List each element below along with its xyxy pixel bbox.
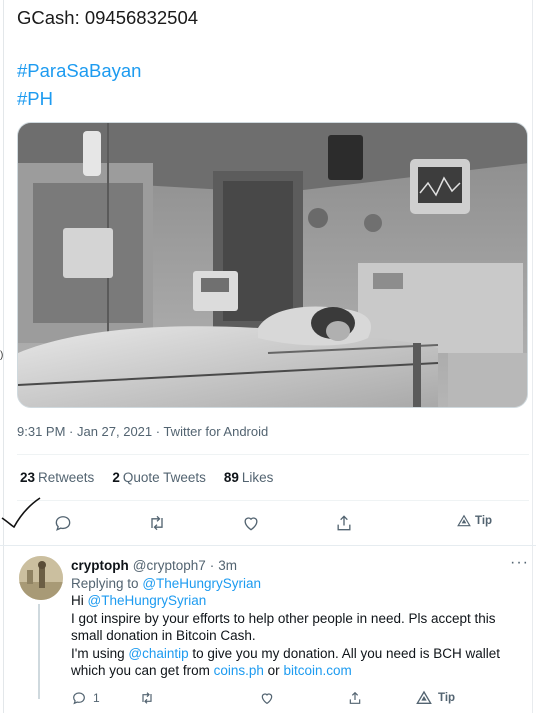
share-button[interactable] [332,511,356,535]
separator: · [209,558,215,573]
retweets-stat[interactable]: 23 Retweets [20,470,94,486]
reply-body-prefix: I'm using [71,645,125,661]
likes-count: 89 [223,470,239,485]
replying-to-mention[interactable]: @TheHungrySyrian [142,576,261,591]
share-icon [337,515,351,531]
mention-link[interactable]: @TheHungrySyrian [88,593,207,608]
thread-line [38,604,40,699]
share-icon [349,691,361,704]
tweet-photo[interactable] [17,122,528,408]
reply-action-bar: 1 Tip [71,690,516,712]
reply-button[interactable] [51,511,75,535]
coins-link[interactable]: coins.ph [214,663,264,678]
hashtag-link[interactable]: #ParaSaBayan [17,59,141,83]
reply-author-name[interactable]: cryptoph [71,557,129,575]
retweet-icon [142,692,152,704]
retweets-label: Retweets [38,470,95,485]
mention-link[interactable]: @chaintip [128,646,188,661]
reply-count: 1 [93,691,100,705]
retweets-count: 23 [20,470,36,485]
link-joiner: or [267,663,280,678]
tweet-text-gcash: GCash: 09456832504 [17,7,199,28]
replying-to-label: Replying to [71,575,139,591]
divider [17,500,529,501]
like-button[interactable] [259,690,275,706]
likes-stat[interactable]: 89 Likes [224,470,274,486]
share-button[interactable] [347,690,363,706]
quote-tweets-stat[interactable]: 2 Quote Tweets [112,470,206,486]
like-button[interactable] [239,511,263,535]
likes-label: Likes [241,470,274,485]
like-icon [244,517,258,531]
hand-drawn-check-mark [1,497,41,529]
retweet-button[interactable] [139,690,155,706]
tip-label: Tip [438,692,456,704]
retweet-button[interactable] [145,511,169,535]
tweet-timestamp[interactable]: 9:31 PM · Jan 27, 2021 · Twitter for And… [17,424,268,440]
reply-icon [73,692,85,705]
tip-icon [416,690,432,704]
greeting: Hi [71,593,84,608]
tweet-action-bar: Tip [17,509,529,537]
reply-button[interactable]: 1 [71,690,100,706]
engagement-stats: 23 Retweets 2 Quote Tweets 89 Likes [20,470,273,486]
bitcoin-link[interactable]: bitcoin.com [283,663,351,678]
tip-button[interactable]: Tip [416,690,455,706]
right-border [532,0,533,713]
like-icon [261,693,273,705]
divider [0,545,536,546]
hashtag-link[interactable]: #PH [17,87,53,111]
avatar[interactable] [19,556,63,600]
reply-time[interactable]: 3m [218,557,237,575]
tip-button[interactable]: Tip [457,514,492,528]
reply-author-handle[interactable]: @cryptoph7 [133,557,206,575]
divider [17,454,529,455]
tip-label: Tip [475,515,493,527]
reply-icon [55,516,71,531]
reply-tweet[interactable]: cryptoph @cryptoph7 · 3m Replying to @Th… [71,557,516,680]
quote-tweets-count: 2 [112,470,120,485]
retweet-icon [151,515,163,531]
quote-tweets-label: Quote Tweets [122,470,206,485]
edge-mark: ) [0,350,4,361]
tip-icon [457,514,471,527]
reply-body-text: I got inspire by your efforts to help ot… [71,610,496,644]
